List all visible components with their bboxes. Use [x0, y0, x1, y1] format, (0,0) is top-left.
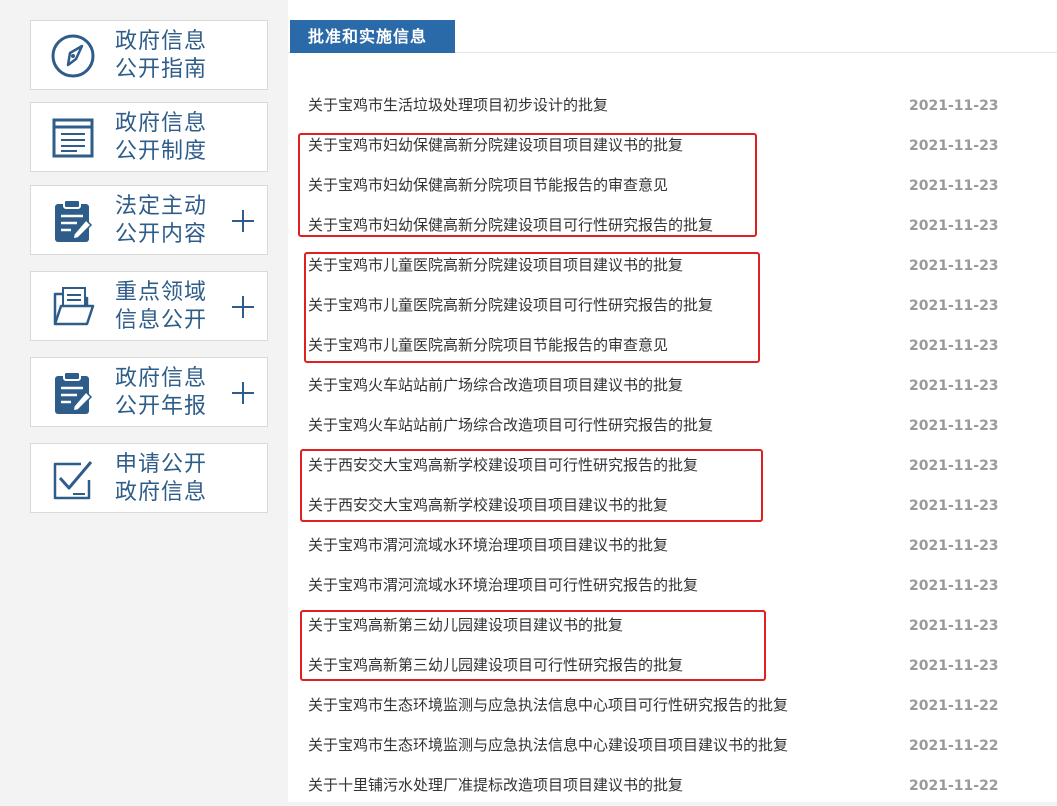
item-date: 2021-11-23 [909, 98, 999, 114]
item-title-link[interactable]: 关于宝鸡市生态环境监测与应急执法信息中心项目可行性研究报告的批复 [308, 695, 788, 715]
highlight-box [300, 610, 766, 681]
item-date: 2021-11-22 [909, 698, 999, 714]
main-panel: 批准和实施信息 关于宝鸡市生活垃圾处理项目初步设计的批复 2021-11-23 关… [288, 0, 1057, 802]
item-title-link[interactable]: 关于宝鸡市生活垃圾处理项目初步设计的批复 [308, 95, 608, 115]
item-date: 2021-11-23 [909, 338, 999, 354]
tab-approval-info[interactable]: 批准和实施信息 [290, 20, 455, 53]
sidebar-item-statutory-content[interactable]: 法定主动 公开内容 [30, 185, 268, 255]
item-date: 2021-11-23 [909, 618, 999, 634]
item-date: 2021-11-23 [909, 538, 999, 554]
list-item[interactable]: 关于宝鸡市生态环境监测与应急执法信息中心建设项目项目建议书的批复 2021-11-… [288, 726, 1057, 766]
item-date: 2021-11-22 [909, 778, 999, 794]
plus-icon[interactable] [229, 207, 257, 235]
plus-icon[interactable] [229, 379, 257, 407]
highlight-box [298, 133, 757, 237]
item-date: 2021-11-23 [909, 298, 999, 314]
checkbox-edit-icon [53, 461, 93, 500]
list-item[interactable]: 关于宝鸡市渭河流域水环境治理项目可行性研究报告的批复 2021-11-23 [288, 566, 1057, 606]
item-date: 2021-11-23 [909, 498, 999, 514]
item-date: 2021-11-23 [909, 578, 999, 594]
item-date: 2021-11-23 [909, 458, 999, 474]
clipboard-edit-icon [55, 199, 93, 242]
item-date: 2021-11-23 [909, 178, 999, 194]
sidebar-item-label: 重点领域 信息公开 [115, 280, 208, 333]
sidebar-item-label: 政府信息 公开年报 [115, 366, 208, 419]
item-title-link[interactable]: 关于宝鸡市生态环境监测与应急执法信息中心建设项目项目建议书的批复 [308, 735, 788, 755]
sidebar-item-label: 法定主动 公开内容 [115, 194, 208, 247]
highlight-box [304, 252, 760, 363]
item-title-link[interactable]: 关于宝鸡市渭河流域水环境治理项目可行性研究报告的批复 [308, 575, 698, 595]
document-list-icon [52, 118, 94, 158]
compass-icon [51, 34, 95, 78]
folder-documents-icon [53, 287, 95, 326]
item-title-link[interactable]: 关于十里铺污水处理厂准提标改造项目项目建议书的批复 [308, 775, 683, 795]
item-date: 2021-11-23 [909, 258, 999, 274]
sidebar-item-label: 政府信息 公开制度 [115, 111, 208, 164]
item-title-link[interactable]: 关于宝鸡火车站站前广场综合改造项目可行性研究报告的批复 [308, 415, 713, 435]
item-title-link[interactable]: 关于宝鸡火车站站前广场综合改造项目项目建议书的批复 [308, 375, 683, 395]
sidebar-item-annual-report[interactable]: 政府信息 公开年报 [30, 357, 268, 427]
sidebar: 政府信息 公开指南 政府信息 公开制度 法定主动 公开内容 重点领域 信息公开 … [0, 0, 288, 802]
clipboard-edit-icon [55, 371, 93, 414]
highlight-box [300, 449, 763, 522]
item-date: 2021-11-22 [909, 738, 999, 754]
sidebar-item-disclosure-system[interactable]: 政府信息 公开制度 [30, 102, 268, 172]
item-date: 2021-11-23 [909, 378, 999, 394]
sidebar-item-key-areas[interactable]: 重点领域 信息公开 [30, 271, 268, 341]
list-item[interactable]: 关于宝鸡市生活垃圾处理项目初步设计的批复 2021-11-23 [288, 86, 1057, 126]
list-item[interactable]: 关于十里铺污水处理厂准提标改造项目项目建议书的批复 2021-11-22 [288, 766, 1057, 806]
sidebar-item-apply-disclosure[interactable]: 申请公开 政府信息 [30, 443, 268, 513]
list-item[interactable]: 关于宝鸡市渭河流域水环境治理项目项目建议书的批复 2021-11-23 [288, 526, 1057, 566]
item-date: 2021-11-23 [909, 658, 999, 674]
item-date: 2021-11-23 [909, 418, 999, 434]
sidebar-item-label: 政府信息 公开指南 [115, 29, 208, 82]
item-date: 2021-11-23 [909, 138, 999, 154]
list-item[interactable]: 关于宝鸡火车站站前广场综合改造项目项目建议书的批复 2021-11-23 [288, 366, 1057, 406]
item-title-link[interactable]: 关于宝鸡市渭河流域水环境治理项目项目建议书的批复 [308, 535, 668, 555]
list-item[interactable]: 关于宝鸡火车站站前广场综合改造项目可行性研究报告的批复 2021-11-23 [288, 406, 1057, 446]
list-item[interactable]: 关于宝鸡市生态环境监测与应急执法信息中心项目可行性研究报告的批复 2021-11-… [288, 686, 1057, 726]
tab-strip: 批准和实施信息 [288, 20, 1057, 53]
plus-icon[interactable] [229, 293, 257, 321]
sidebar-item-disclosure-guide[interactable]: 政府信息 公开指南 [30, 20, 268, 90]
item-date: 2021-11-23 [909, 218, 999, 234]
sidebar-item-label: 申请公开 政府信息 [115, 452, 208, 505]
